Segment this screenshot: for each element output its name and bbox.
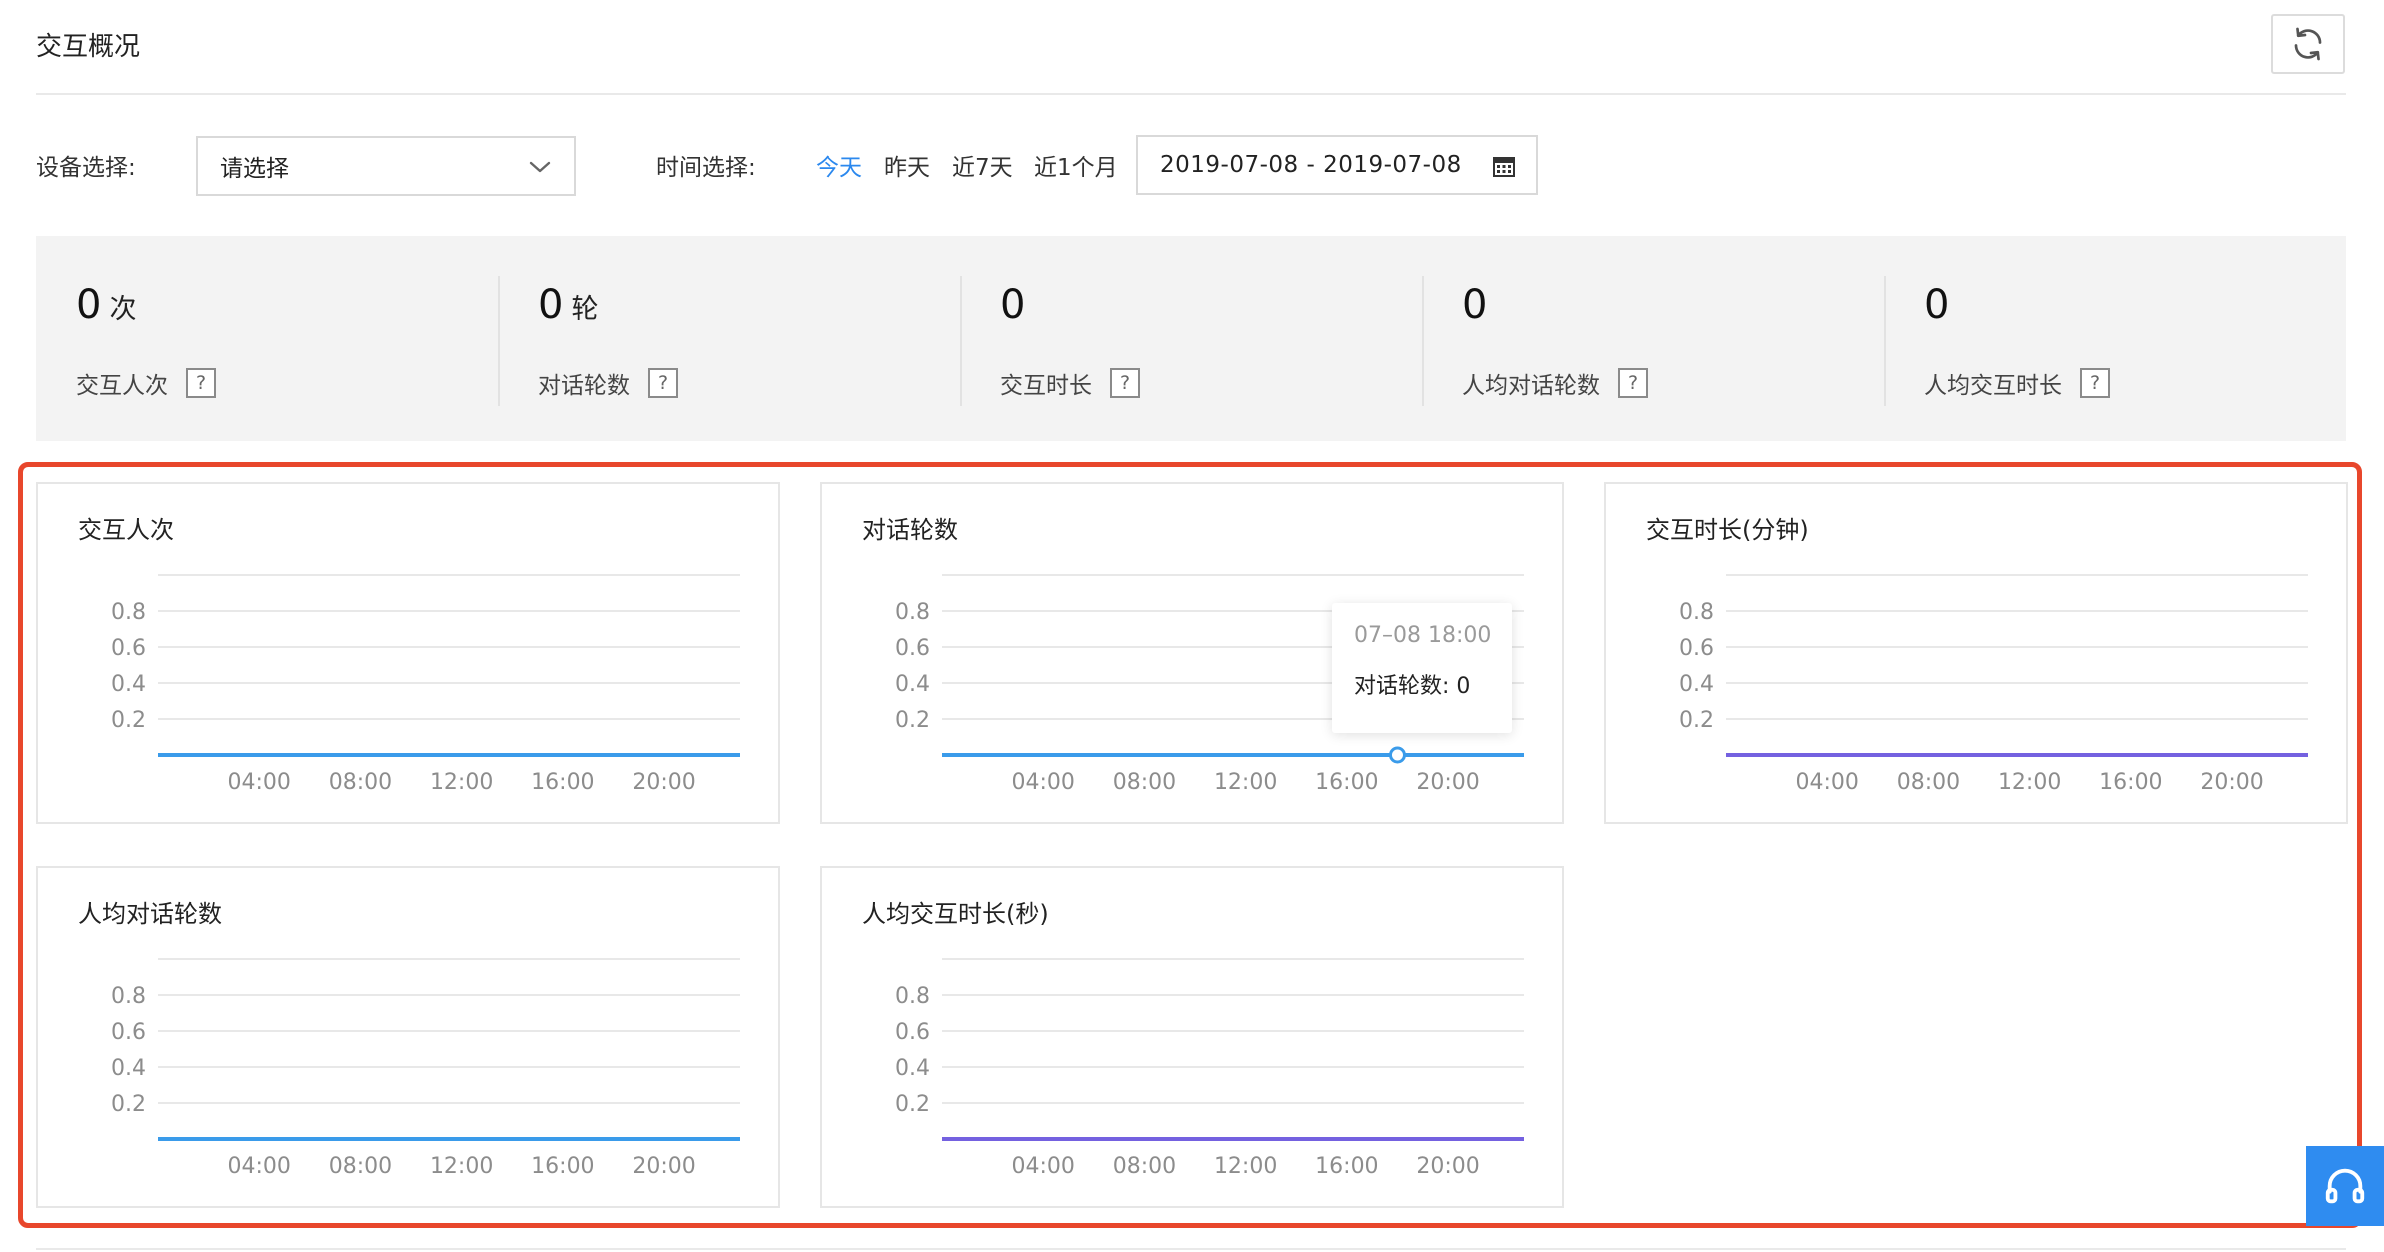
y-tick-label: 0.8: [1679, 600, 1714, 625]
chart-card-interaction-count: 交互人次 0.8 0.6 0.4 0.2 04:00 08:00 12:00 16:00 20:…: [36, 482, 780, 824]
device-filter-label: 设备选择:: [36, 155, 136, 181]
line-chart: 0.8 0.6 0.4 0.2 04:00 08:00 12:00 16:00 20:00: [1679, 574, 2308, 795]
x-tick-label: 16:00: [1315, 770, 1378, 795]
chart-card-interaction-duration: 交互时长(分钟) 0.8 0.6 0.4 0.2 04:00 08:00 12:00 16:0…: [1604, 482, 2348, 824]
x-tick-label: 08:00: [329, 770, 392, 795]
line-chart: 0.8 0.6 0.4 0.2 04:00 08:00 12:00 16:00 20:00: [895, 958, 1524, 1179]
stat-dialog-rounds: 0轮 对话轮数?: [498, 236, 960, 441]
x-tick-label: 16:00: [2099, 770, 2162, 795]
refresh-icon: [2294, 27, 2322, 61]
stat-value: 0次: [76, 282, 137, 328]
y-tick-label: 0.6: [111, 1020, 146, 1045]
x-tick-label: 04:00: [1012, 770, 1075, 795]
tooltip-time: 07–08 18:00: [1354, 623, 1492, 648]
x-tick-label: 12:00: [430, 1154, 493, 1179]
y-tick-label: 0.4: [895, 1056, 930, 1081]
x-tick-label: 08:00: [1113, 1154, 1176, 1179]
y-tick-label: 0.2: [895, 708, 930, 733]
x-tick-label: 16:00: [531, 1154, 594, 1179]
date-range-picker[interactable]: 2019-07-08 - 2019-07-08: [1136, 135, 1538, 195]
help-icon[interactable]: ?: [186, 368, 216, 398]
help-icon[interactable]: ?: [648, 368, 678, 398]
y-tick-label: 0.6: [111, 636, 146, 661]
line-chart: 0.8 0.6 0.4 0.2 04:00 08:00 12:00 16:00 20:00: [111, 958, 740, 1179]
x-tick-label: 08:00: [329, 1154, 392, 1179]
y-tick-label: 0.2: [895, 1092, 930, 1117]
x-tick-label: 12:00: [1214, 770, 1277, 795]
y-tick-label: 0.2: [111, 708, 146, 733]
time-option-today[interactable]: 今天: [816, 148, 862, 182]
tooltip-row: 对话轮数: 0: [1354, 674, 1471, 699]
x-tick-label: 12:00: [430, 770, 493, 795]
y-tick-label: 0.8: [895, 984, 930, 1009]
x-tick-label: 04:00: [228, 1154, 291, 1179]
chart-tooltip: 07–08 18:00 对话轮数: 0: [1332, 603, 1512, 733]
time-option-1month[interactable]: 近1个月: [1034, 148, 1118, 182]
y-tick-label: 0.4: [111, 1056, 146, 1081]
stat-label: 人均对话轮数?: [1462, 366, 1648, 400]
help-icon[interactable]: ?: [1618, 368, 1648, 398]
device-select[interactable]: 请选择: [196, 136, 576, 196]
device-select-value: 请选择: [220, 156, 289, 182]
x-tick-label: 20:00: [2200, 770, 2263, 795]
bottom-divider: [36, 1248, 2346, 1250]
calendar-icon: [1493, 157, 1515, 177]
chart-card-avg-dialog-rounds: 人均对话轮数 0.8 0.6 0.4 0.2 04:00 08:00 12:00 16:00 2…: [36, 866, 780, 1208]
x-tick-label: 08:00: [1113, 770, 1176, 795]
header-divider: [36, 93, 2346, 95]
stat-value: 0: [1924, 282, 1950, 328]
x-tick-label: 08:00: [1897, 770, 1960, 795]
time-option-7days[interactable]: 近7天: [952, 148, 1013, 182]
stat-avg-dialog-rounds: 0 人均对话轮数?: [1422, 236, 1884, 441]
chart-card-avg-interaction-duration: 人均交互时长(秒) 0.8 0.6 0.4 0.2 04:00 08:00 12:00 16:…: [820, 866, 1564, 1208]
time-option-yesterday[interactable]: 昨天: [884, 148, 930, 182]
x-tick-label: 20:00: [632, 1154, 695, 1179]
chevron-down-icon: [529, 161, 551, 173]
x-tick-label: 04:00: [1012, 1154, 1075, 1179]
x-tick-label: 04:00: [1796, 770, 1859, 795]
stat-interaction-duration: 0 交互时长?: [960, 236, 1422, 441]
highlighted-point: [1388, 746, 1406, 764]
y-tick-label: 0.8: [895, 600, 930, 625]
y-tick-label: 0.4: [1679, 672, 1714, 697]
stat-label: 对话轮数?: [538, 366, 678, 400]
stat-value: 0: [1462, 282, 1488, 328]
x-tick-label: 20:00: [632, 770, 695, 795]
stat-interaction-count: 0次 交互人次?: [36, 236, 498, 441]
x-tick-label: 16:00: [1315, 1154, 1378, 1179]
stat-label: 交互人次?: [76, 366, 216, 400]
x-tick-label: 20:00: [1416, 1154, 1479, 1179]
y-tick-label: 0.6: [895, 1020, 930, 1045]
time-filter-label: 时间选择:: [656, 155, 756, 181]
x-tick-label: 04:00: [228, 770, 291, 795]
headset-icon: [2325, 1168, 2365, 1204]
date-range-value: 2019-07-08 - 2019-07-08: [1160, 152, 1462, 178]
x-tick-label: 20:00: [1416, 770, 1479, 795]
y-tick-label: 0.8: [111, 984, 146, 1009]
x-tick-label: 16:00: [531, 770, 594, 795]
stat-value: 0轮: [538, 282, 599, 328]
stat-avg-interaction-duration: 0 人均交互时长?: [1884, 236, 2346, 441]
x-tick-label: 12:00: [1998, 770, 2061, 795]
y-tick-label: 0.2: [111, 1092, 146, 1117]
y-tick-label: 0.8: [111, 600, 146, 625]
y-tick-label: 0.4: [111, 672, 146, 697]
y-tick-label: 0.4: [895, 672, 930, 697]
help-icon[interactable]: ?: [1110, 368, 1140, 398]
help-icon[interactable]: ?: [2080, 368, 2110, 398]
stat-label: 交互时长?: [1000, 366, 1140, 400]
y-tick-label: 0.6: [895, 636, 930, 661]
stat-value: 0: [1000, 282, 1026, 328]
refresh-button[interactable]: [2271, 14, 2345, 74]
stats-panel: 0次 交互人次? 0轮 对话轮数? 0 交互时长? 0 人均对话轮数? 0 人均…: [36, 236, 2346, 441]
customer-support-button[interactable]: [2306, 1146, 2384, 1226]
y-tick-label: 0.6: [1679, 636, 1714, 661]
y-tick-label: 0.2: [1679, 708, 1714, 733]
line-chart: 0.8 0.6 0.4 0.2 04:00 08:00 12:00 16:00 20:00: [111, 574, 740, 795]
page-title: 交互概况: [36, 32, 141, 62]
stat-label: 人均交互时长?: [1924, 366, 2110, 400]
x-tick-label: 12:00: [1214, 1154, 1277, 1179]
